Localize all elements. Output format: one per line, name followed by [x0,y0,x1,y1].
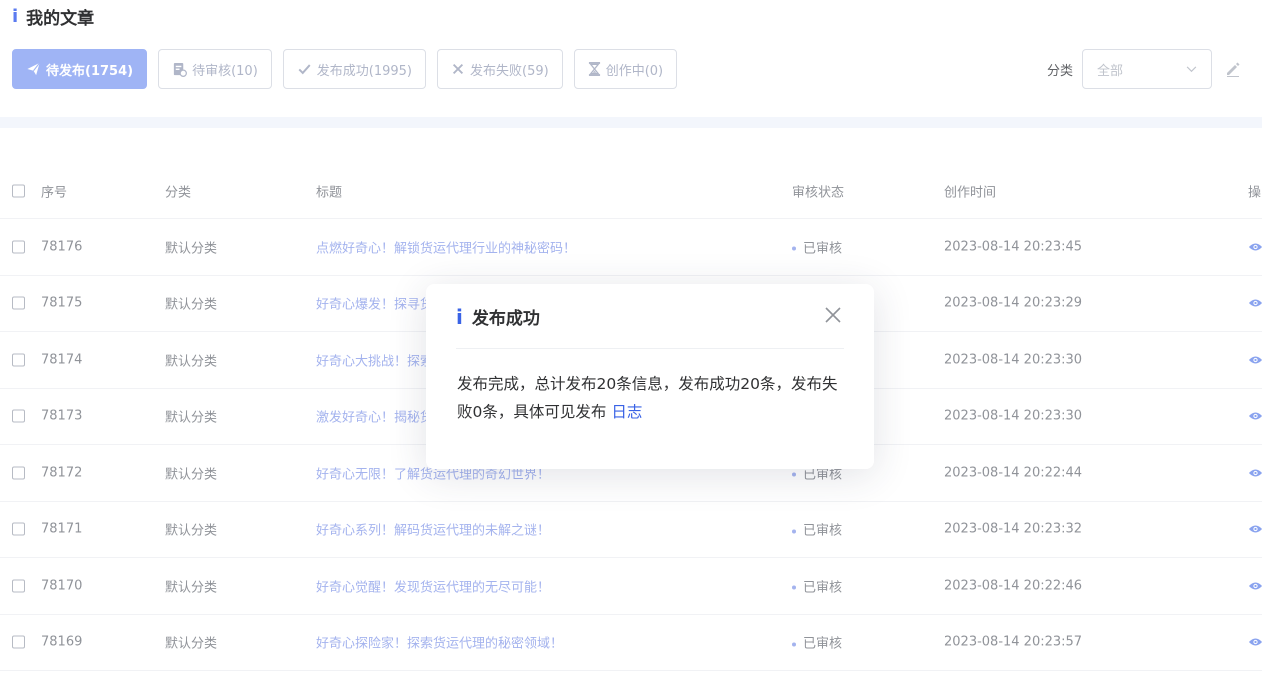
dialog-message-text: 发布完成，总计发布20条信息，发布成功20条，发布失败0条，具体可见发布 [457,375,838,421]
dialog-message: 发布完成，总计发布20条信息，发布成功20条，发布失败0条，具体可见发布 日志 [457,370,849,426]
log-link[interactable]: 日志 [611,403,642,421]
dialog-title: 发布成功 [471,309,540,329]
publish-success-dialog: i 发布成功 发布完成，总计发布20条信息，发布成功20条，发布失败0条，具体可… [426,284,874,469]
info-marker-icon: i [456,304,463,329]
dialog-header: i 发布成功 [456,304,540,330]
dialog-overlay: i 发布成功 发布完成，总计发布20条信息，发布成功20条，发布失败0条，具体可… [0,0,1262,686]
close-icon[interactable] [824,306,842,324]
articles-page: i 我的文章 待发布(1754) 待审核(10) 发布成功(1995) 发布失败… [0,0,1262,686]
dialog-divider [456,348,844,349]
